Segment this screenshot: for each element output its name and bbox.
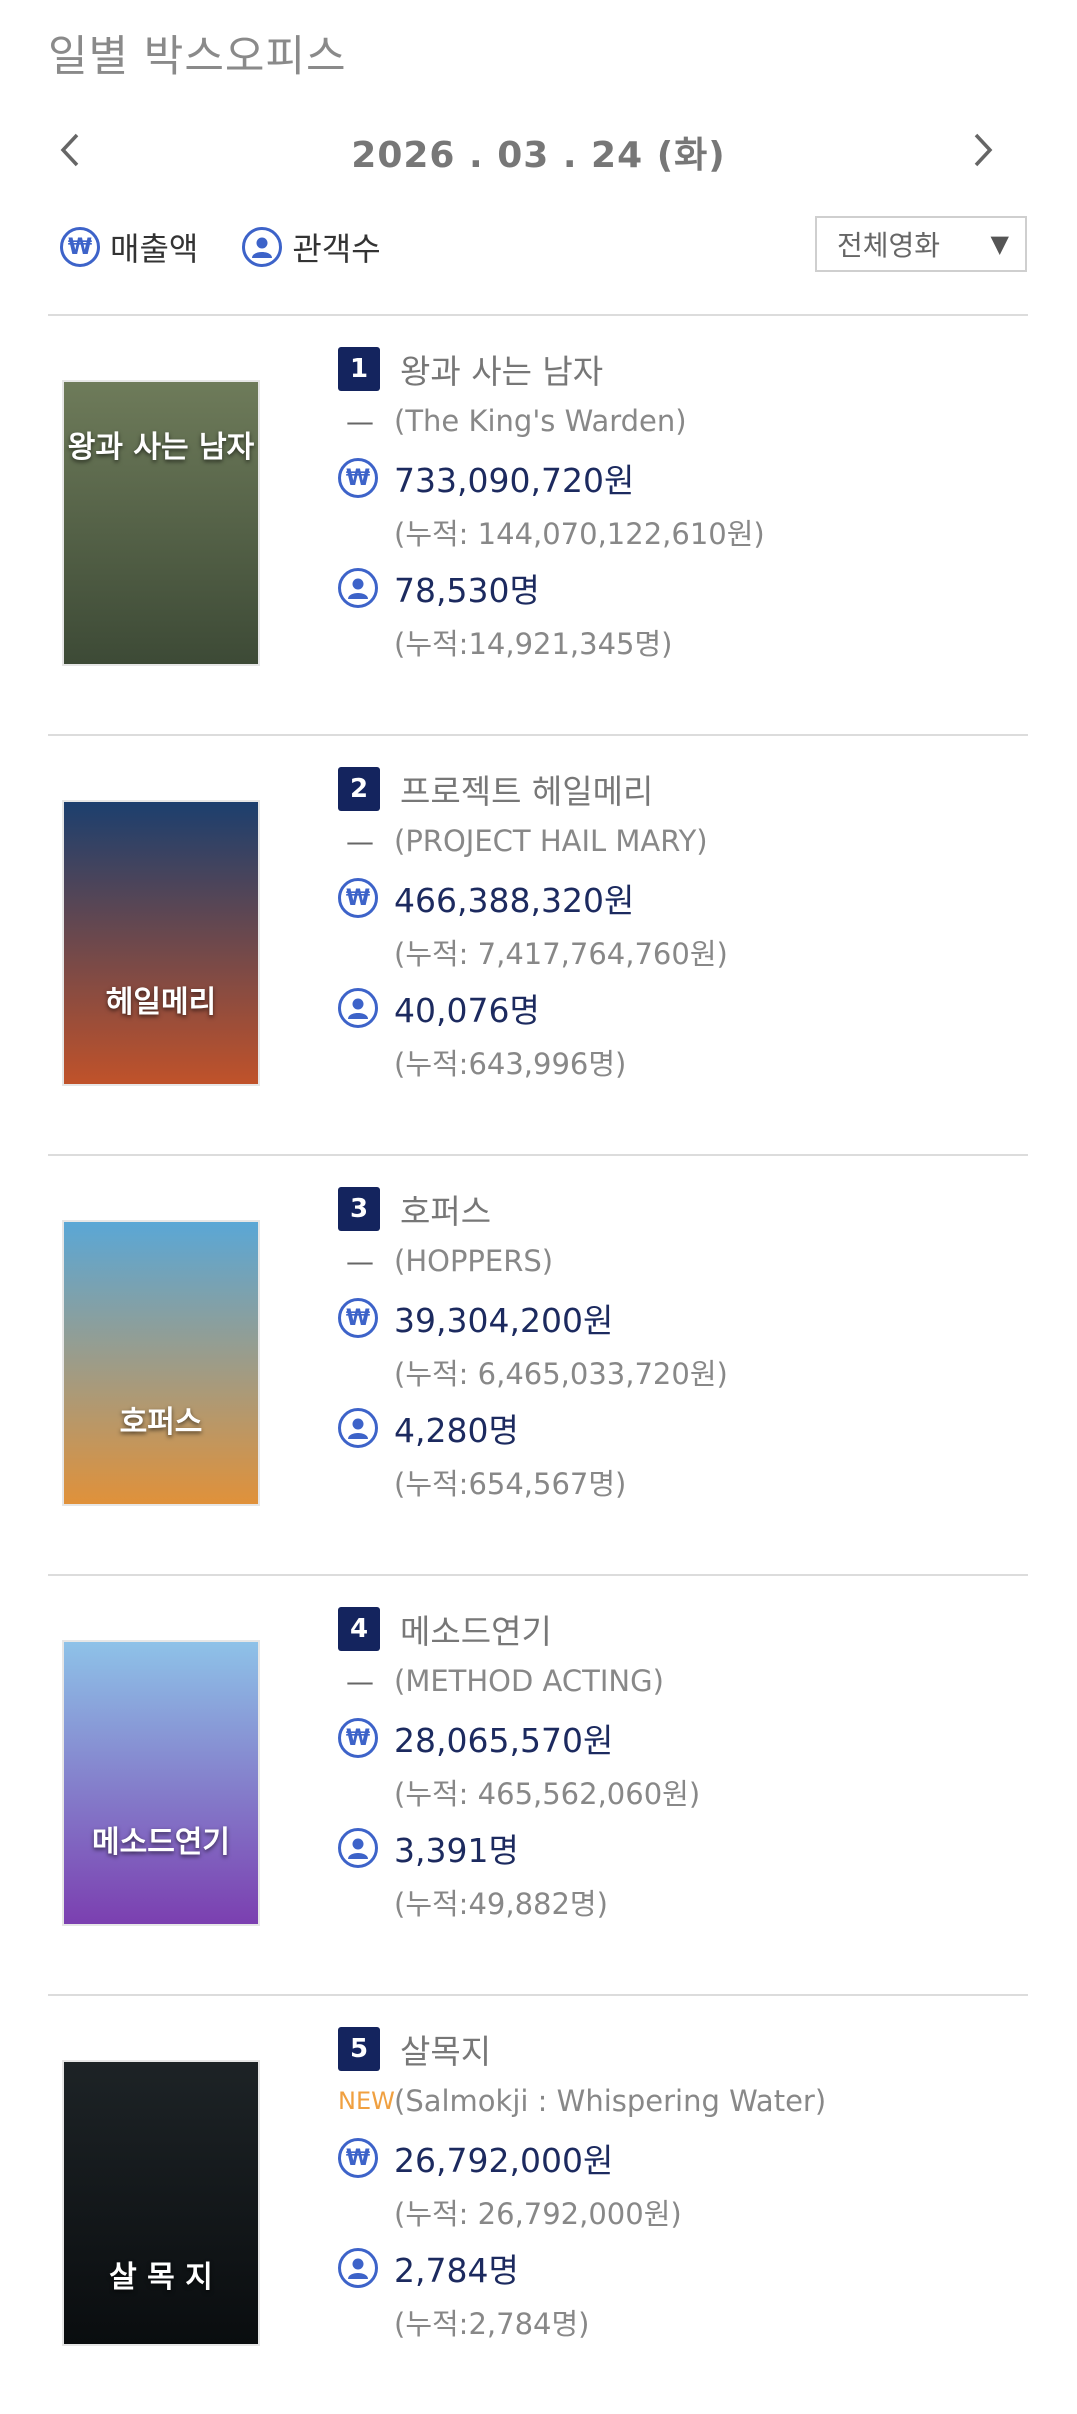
- legend-audience-label: 관객수: [292, 230, 381, 268]
- rank-badge: 5: [338, 2027, 380, 2071]
- poster-title-text: 메소드연기: [92, 1825, 230, 1860]
- rank-badge: 4: [338, 1607, 380, 1651]
- rank-badge: 3: [338, 1187, 380, 1231]
- cumulative-sales: (누적: 465,562,060원): [394, 1777, 701, 1811]
- movie-poster[interactable]: 헤일메리: [62, 800, 260, 1086]
- date-navigation: 2026 . 03 . 24 (화): [0, 118, 1077, 182]
- cumulative-audience: (누적:643,996명): [394, 1047, 627, 1081]
- poster-title-text: 살 목 지: [109, 2260, 213, 2295]
- movie-row[interactable]: 메소드연기 4 메소드연기 — (METHOD ACTING) ₩ 28,065…: [48, 1574, 1028, 1994]
- movie-title-en: (HOPPERS): [394, 1244, 554, 1278]
- legend-sales: ₩ 매출액: [60, 224, 198, 270]
- person-icon: [338, 568, 378, 608]
- movie-info: 1 왕과 사는 남자 — (The King's Warden) ₩ 733,0…: [338, 344, 1018, 668]
- person-icon: [338, 1828, 378, 1868]
- movie-title-en: (Salmokji : Whispering Water): [394, 2084, 827, 2118]
- rank-badge: 1: [338, 347, 380, 391]
- page-title: 일별 박스오피스: [48, 32, 347, 82]
- rank-change: NEW: [338, 2087, 395, 2115]
- boxoffice-list: 왕과 사는 남자 1 왕과 사는 남자 — (The King's Warden…: [48, 314, 1028, 2414]
- cumulative-audience: (누적:654,567명): [394, 1467, 627, 1501]
- movie-info: 3 호퍼스 — (HOPPERS) ₩ 39,304,200원 (누적: 6,4…: [338, 1184, 1018, 1508]
- cumulative-sales: (누적: 26,792,000원): [394, 2197, 682, 2231]
- movie-title-en: (METHOD ACTING): [394, 1664, 664, 1698]
- cumulative-audience: (누적:2,784명): [394, 2307, 590, 2341]
- movie-row[interactable]: 호퍼스 3 호퍼스 — (HOPPERS) ₩ 39,304,200원 (누적:…: [48, 1154, 1028, 1574]
- person-icon: [242, 227, 283, 267]
- daily-sales: 466,388,320원: [394, 881, 635, 920]
- movie-filter-select[interactable]: 전체영화 ▼: [815, 216, 1027, 272]
- daily-audience: 4,280명: [394, 1411, 519, 1450]
- legend-audience: 관객수: [242, 224, 381, 270]
- won-icon: ₩: [60, 227, 100, 267]
- daily-audience: 40,076명: [394, 991, 540, 1030]
- movie-title-ko[interactable]: 호퍼스: [400, 1185, 491, 1233]
- rank-change: —: [346, 404, 374, 438]
- daily-sales: 28,065,570원: [394, 1721, 614, 1760]
- daily-audience: 2,784명: [394, 2251, 519, 2290]
- won-icon: ₩: [338, 878, 378, 918]
- person-icon: [338, 988, 378, 1028]
- daily-sales: 39,304,200원: [394, 1301, 614, 1340]
- cumulative-sales: (누적: 6,465,033,720원): [394, 1357, 728, 1391]
- movie-title-ko[interactable]: 왕과 사는 남자: [400, 345, 603, 393]
- daily-sales: 26,792,000원: [394, 2141, 614, 2180]
- won-icon: ₩: [338, 1298, 378, 1338]
- rank-badge: 2: [338, 767, 380, 811]
- movie-title-en: (The King's Warden): [394, 404, 687, 438]
- cumulative-audience: (누적:49,882명): [394, 1887, 608, 1921]
- person-icon: [338, 1408, 378, 1448]
- chevron-right-icon[interactable]: [959, 122, 1007, 178]
- won-icon: ₩: [338, 458, 378, 498]
- won-icon: ₩: [338, 1718, 378, 1758]
- legend: ₩ 매출액 관객수: [60, 222, 425, 272]
- movie-title-en: (PROJECT HAIL MARY): [394, 824, 708, 858]
- movie-poster[interactable]: 메소드연기: [62, 1640, 260, 1926]
- current-date: 2026 . 03 . 24 (화): [351, 135, 726, 176]
- poster-title-text: 호퍼스: [119, 1405, 203, 1440]
- daily-audience: 78,530명: [394, 571, 540, 610]
- movie-info: 4 메소드연기 — (METHOD ACTING) ₩ 28,065,570원 …: [338, 1604, 1018, 1928]
- movie-poster[interactable]: 왕과 사는 남자: [62, 380, 260, 666]
- rank-change: —: [346, 1244, 374, 1278]
- movie-poster[interactable]: 살 목 지: [62, 2060, 260, 2346]
- movie-row[interactable]: 왕과 사는 남자 1 왕과 사는 남자 — (The King's Warden…: [48, 314, 1028, 734]
- movie-info: 5 살목지 NEW (Salmokji : Whispering Water) …: [338, 2024, 1018, 2348]
- legend-sales-label: 매출액: [110, 230, 199, 268]
- person-icon: [338, 2248, 378, 2288]
- movie-title-ko[interactable]: 프로젝트 헤일메리: [400, 765, 653, 813]
- movie-title-ko[interactable]: 메소드연기: [400, 1605, 552, 1653]
- poster-title-text: 헤일메리: [105, 985, 217, 1020]
- movie-poster[interactable]: 호퍼스: [62, 1220, 260, 1506]
- rank-change: —: [346, 1664, 374, 1698]
- daily-sales: 733,090,720원: [394, 461, 635, 500]
- movie-title-ko[interactable]: 살목지: [400, 2025, 491, 2073]
- cumulative-sales: (누적: 7,417,764,760원): [394, 937, 728, 971]
- movie-info: 2 프로젝트 헤일메리 — (PROJECT HAIL MARY) ₩ 466,…: [338, 764, 1018, 1088]
- cumulative-audience: (누적:14,921,345명): [394, 627, 673, 661]
- movie-row[interactable]: 살 목 지 5 살목지 NEW (Salmokji : Whispering W…: [48, 1994, 1028, 2414]
- cumulative-sales: (누적: 144,070,122,610원): [394, 517, 765, 551]
- movie-row[interactable]: 헤일메리 2 프로젝트 헤일메리 — (PROJECT HAIL MARY) ₩…: [48, 734, 1028, 1154]
- daily-audience: 3,391명: [394, 1831, 519, 1870]
- won-icon: ₩: [338, 2138, 378, 2178]
- rank-change: —: [346, 824, 374, 858]
- filter-selected-value: 전체영화: [837, 229, 941, 262]
- poster-title-text: 왕과 사는 남자: [67, 430, 255, 465]
- dropdown-caret-icon: ▼: [990, 230, 1009, 258]
